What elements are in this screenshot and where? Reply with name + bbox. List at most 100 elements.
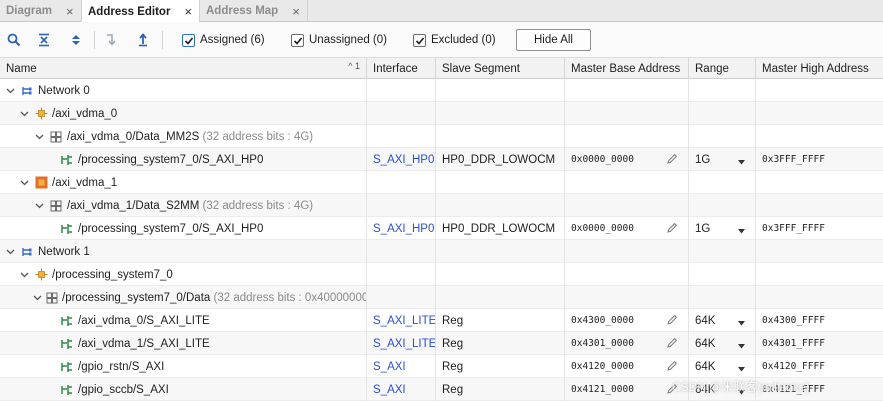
close-icon[interactable]: × <box>292 4 300 19</box>
unassigned-filter-checkbox[interactable]: Unassigned (0) <box>291 32 387 48</box>
address-bits-note: (32 address bits : 4G) <box>202 130 314 143</box>
dropdown-arrow-icon <box>738 363 745 375</box>
master-high-address-cell: 0x3FFF_FFFF <box>762 154 825 165</box>
master-high-address-cell: 0x3FFF_FFFF <box>762 223 825 234</box>
master-base-address-cell[interactable]: 0x4301_0000 <box>565 332 689 355</box>
column-header-name[interactable]: Name ^ 1 <box>0 58 367 79</box>
table-row[interactable]: /axi_vdma_0/S_AXI_LITE S_AXI_LITE Reg 0x… <box>0 309 883 332</box>
chevron-down-icon[interactable] <box>33 131 45 143</box>
address-space-icon <box>49 130 63 144</box>
expand-all-icon[interactable] <box>66 30 86 50</box>
master-base-address-cell[interactable]: 0x0000_0000 <box>565 217 689 240</box>
interface-cell[interactable]: S_AXI <box>367 355 436 378</box>
master-high-address-cell: 0x4300_FFFF <box>762 315 825 326</box>
master-base-address-cell[interactable]: 0x4120_0000 <box>565 355 689 378</box>
table-row[interactable]: /processing_system7_0/S_AXI_HP0 S_AXI_HP… <box>0 148 883 171</box>
interface-cell[interactable]: S_AXI_LITE <box>367 332 436 355</box>
table-header: Name ^ 1 Interface Slave Segment Master … <box>0 58 883 79</box>
segment-icon <box>60 383 74 397</box>
pencil-icon[interactable] <box>666 153 678 168</box>
column-header-master-high-address[interactable]: Master High Address <box>756 58 883 79</box>
tree-item-label: Network 0 <box>38 84 90 97</box>
segment-icon <box>60 314 74 328</box>
ip-core-icon <box>34 107 48 121</box>
slave-segment-cell: Reg <box>436 332 565 355</box>
interface-cell[interactable]: S_AXI <box>367 378 436 401</box>
range-select[interactable]: 64K <box>689 332 756 355</box>
interface-cell[interactable]: S_AXI_HP0 <box>367 217 436 240</box>
search-icon[interactable] <box>4 30 24 50</box>
pencil-icon[interactable] <box>666 222 678 237</box>
excluded-filter-checkbox[interactable]: Excluded (0) <box>413 32 496 48</box>
table-row[interactable]: /processing_system7_0 <box>0 263 883 286</box>
tree-item-label: /processing_system7_0/S_AXI_HP0 <box>78 222 264 235</box>
interface-cell[interactable]: S_AXI_HP0 <box>367 148 436 171</box>
master-base-address-cell[interactable]: 0x4300_0000 <box>565 309 689 332</box>
range-select[interactable]: 64K <box>689 355 756 378</box>
master-base-address-value: 0x4300_0000 <box>571 315 634 326</box>
chevron-down-icon[interactable] <box>18 108 30 120</box>
close-icon[interactable]: × <box>66 4 74 19</box>
dropdown-arrow-icon <box>738 156 745 168</box>
assigned-filter-label: Assigned (6) <box>200 34 265 46</box>
range-select[interactable]: 64K <box>689 309 756 332</box>
master-base-address-cell[interactable]: 0x0000_0000 <box>565 148 689 171</box>
sort-ascending-icon: ^ 1 <box>348 61 360 71</box>
master-base-address-value: 0x0000_0000 <box>571 223 634 234</box>
column-header-slave-segment[interactable]: Slave Segment <box>436 58 565 79</box>
range-select[interactable]: 1G <box>689 148 756 171</box>
collapse-all-icon[interactable] <box>34 30 54 50</box>
table-row[interactable]: /gpio_rstn/S_AXI S_AXI Reg 0x4120_0000 6… <box>0 355 883 378</box>
tree-item-label: /axi_vdma_0 <box>52 107 118 120</box>
table-row[interactable]: /axi_vdma_1/S_AXI_LITE S_AXI_LITE Reg 0x… <box>0 332 883 355</box>
ip-block-icon <box>34 176 48 190</box>
move-up-icon[interactable] <box>133 30 153 50</box>
master-high-address-cell: 0x4301_FFFF <box>762 338 825 349</box>
auto-assign-icon[interactable] <box>100 30 120 50</box>
master-base-address-value: 0x4121_0000 <box>571 384 634 395</box>
ip-core-icon <box>34 268 48 282</box>
range-select[interactable]: 1G <box>689 217 756 240</box>
table-row[interactable]: Network 0 <box>0 79 883 102</box>
chevron-down-icon[interactable] <box>4 85 16 97</box>
watermark: CSDN @米联客(milianke) <box>672 380 810 394</box>
chevron-down-icon[interactable] <box>18 269 30 281</box>
table-row[interactable]: /processing_system7_0/S_AXI_HP0 S_AXI_HP… <box>0 217 883 240</box>
pencil-icon[interactable] <box>666 360 678 375</box>
tab-diagram-label: Diagram <box>6 5 53 17</box>
tree-item-label: Network 1 <box>38 245 90 258</box>
table-row[interactable]: Network 1 <box>0 240 883 263</box>
network-icon <box>20 84 34 98</box>
range-value: 64K <box>695 314 716 327</box>
table-row[interactable]: /axi_vdma_0 <box>0 102 883 125</box>
segment-icon <box>60 222 74 236</box>
tree-item-label: /processing_system7_0/Data <box>62 291 211 304</box>
master-base-address-cell[interactable]: 0x4121_0000 <box>565 378 689 401</box>
tree-item-label: /processing_system7_0/S_AXI_HP0 <box>78 153 264 166</box>
slave-segment-cell: Reg <box>436 378 565 401</box>
address-space-icon <box>46 291 58 305</box>
tree-item-label: /axi_vdma_1/S_AXI_LITE <box>78 337 210 350</box>
table-row[interactable]: /axi_vdma_1 <box>0 171 883 194</box>
pencil-icon[interactable] <box>666 314 678 329</box>
assigned-filter-checkbox[interactable]: Assigned (6) <box>182 32 265 48</box>
toolbar: Assigned (6) Unassigned (0) Excluded (0)… <box>0 22 883 58</box>
chevron-down-icon[interactable] <box>33 200 45 212</box>
hide-all-button[interactable]: Hide All <box>516 29 591 51</box>
column-header-master-base-address[interactable]: Master Base Address <box>565 58 689 79</box>
interface-cell[interactable]: S_AXI_LITE <box>367 309 436 332</box>
table-row[interactable]: /axi_vdma_1/Data_S2MM (32 address bits :… <box>0 194 883 217</box>
master-base-address-value: 0x4120_0000 <box>571 361 634 372</box>
column-header-range[interactable]: Range <box>689 58 756 79</box>
chevron-down-icon[interactable] <box>4 246 16 258</box>
table-row[interactable]: /processing_system7_0/Data (32 address b… <box>0 286 883 309</box>
close-icon[interactable]: × <box>184 4 192 19</box>
column-header-interface[interactable]: Interface <box>367 58 436 79</box>
table-row[interactable]: /axi_vdma_0/Data_MM2S (32 address bits :… <box>0 125 883 148</box>
tab-diagram[interactable]: Diagram × <box>0 0 82 22</box>
tab-address-map[interactable]: Address Map × <box>200 0 308 22</box>
tab-address-editor[interactable]: Address Editor × <box>82 0 200 23</box>
chevron-down-icon[interactable] <box>33 292 42 304</box>
chevron-down-icon[interactable] <box>18 177 30 189</box>
pencil-icon[interactable] <box>666 337 678 352</box>
